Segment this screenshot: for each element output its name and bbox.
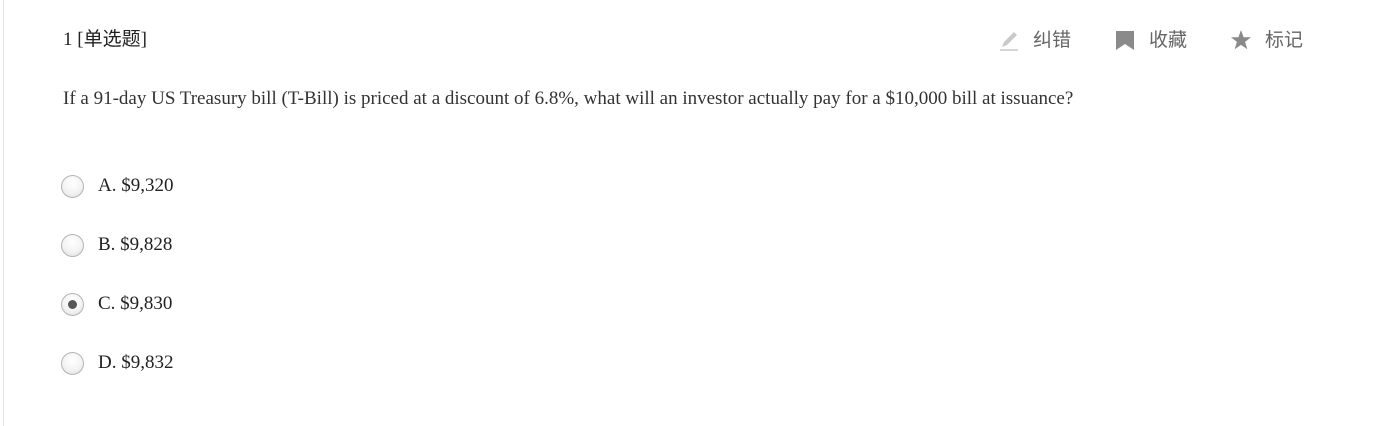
question-text: If a 91-day US Treasury bill (T-Bill) is…	[63, 88, 1074, 109]
option-b[interactable]: B. $9,828	[61, 232, 173, 258]
left-border	[3, 0, 4, 426]
question-header: 1 [单选题] 纠错 收藏 标记	[63, 27, 1303, 53]
report-error-button[interactable]: 纠错	[997, 27, 1071, 53]
answer-options: A. $9,320 B. $9,828 C. $9,830 D. $9,832	[61, 173, 173, 409]
option-d-radio[interactable]	[61, 351, 84, 375]
question-actions: 纠错 收藏 标记	[997, 27, 1303, 53]
mark-label: 标记	[1264, 29, 1303, 51]
question-number: 1 [单选题]	[63, 29, 147, 50]
option-c-label[interactable]: C. $9,830	[98, 291, 172, 317]
option-d-label[interactable]: D. $9,832	[98, 350, 173, 376]
favorite-button[interactable]: 收藏	[1113, 27, 1187, 53]
option-b-radio[interactable]	[61, 233, 84, 257]
pencil-icon	[997, 28, 1021, 52]
star-icon	[1229, 28, 1253, 52]
option-a-label[interactable]: A. $9,320	[98, 173, 173, 199]
option-b-label[interactable]: B. $9,828	[98, 232, 172, 258]
favorite-label: 收藏	[1148, 29, 1187, 51]
option-a-radio[interactable]	[61, 174, 84, 198]
bookmark-icon	[1113, 28, 1137, 52]
option-c-radio[interactable]	[61, 292, 84, 316]
option-c[interactable]: C. $9,830	[61, 291, 173, 317]
report-error-label: 纠错	[1032, 29, 1071, 51]
option-a[interactable]: A. $9,320	[61, 173, 173, 199]
option-d[interactable]: D. $9,832	[61, 350, 173, 376]
mark-button[interactable]: 标记	[1229, 27, 1303, 53]
